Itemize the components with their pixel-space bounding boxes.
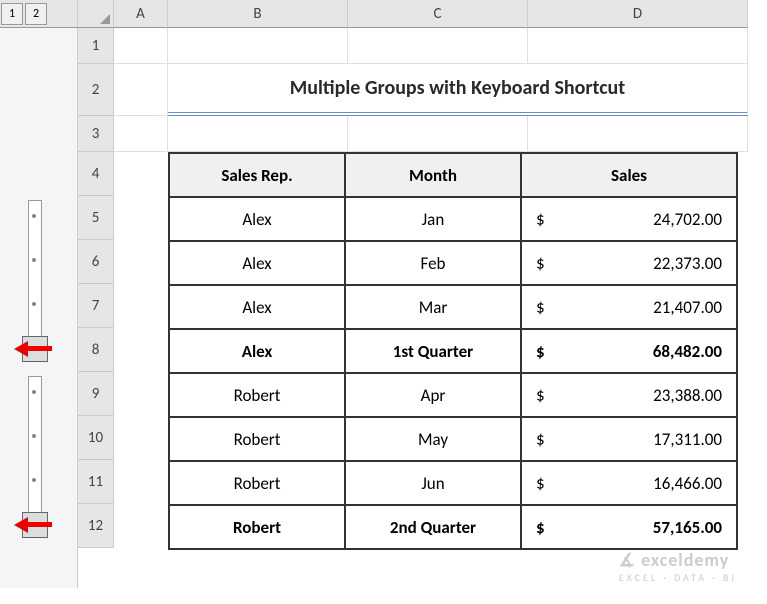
- cell-month[interactable]: Jun: [345, 461, 521, 505]
- row-header-5[interactable]: 5: [78, 196, 114, 240]
- table-row: RobertApr$23,388.00: [169, 373, 737, 417]
- row-header-4[interactable]: 4: [78, 152, 114, 196]
- table-header-row: Sales Rep. Month Sales: [169, 153, 737, 197]
- cell-rep[interactable]: Alex: [169, 285, 345, 329]
- cell-rep[interactable]: Robert: [169, 373, 345, 417]
- column-headers: A B C D: [114, 0, 748, 28]
- cell-rep[interactable]: Alex: [169, 197, 345, 241]
- row-header-2[interactable]: 2: [78, 64, 114, 116]
- watermark-main: ∡ exceldemy: [619, 549, 729, 571]
- table-row: AlexMar$21,407.00: [169, 285, 737, 329]
- cell-rep[interactable]: Alex: [169, 329, 345, 373]
- table-row: Alex1st Quarter$68,482.00: [169, 329, 737, 373]
- row-header-10[interactable]: 10: [78, 416, 114, 460]
- select-all-button[interactable]: [78, 0, 114, 28]
- header-rep[interactable]: Sales Rep.: [169, 153, 345, 197]
- data-table: Sales Rep. Month Sales AlexJan$24,702.00…: [168, 152, 738, 550]
- cell-rep[interactable]: Robert: [169, 417, 345, 461]
- outline-level-1-button[interactable]: 1: [1, 3, 23, 25]
- cell-month[interactable]: Jan: [345, 197, 521, 241]
- group-dot: [32, 214, 36, 218]
- cell-rep[interactable]: Robert: [169, 505, 345, 549]
- title-cell[interactable]: Multiple Groups with Keyboard Shortcut: [168, 64, 748, 116]
- column-header-D[interactable]: D: [528, 0, 748, 28]
- row-headers: 1 2 3 4 5 6 7 8 9 10 11 12: [78, 28, 114, 548]
- cell[interactable]: [528, 116, 748, 152]
- cell[interactable]: [114, 116, 168, 152]
- watermark-sub: EXCEL · DATA · BI: [619, 571, 737, 584]
- group-dot: [32, 478, 36, 482]
- cell-sales[interactable]: $23,388.00: [521, 373, 737, 417]
- row-header-9[interactable]: 9: [78, 372, 114, 416]
- cell-sales[interactable]: $17,311.00: [521, 417, 737, 461]
- cell-sales[interactable]: $16,466.00: [521, 461, 737, 505]
- cell[interactable]: [114, 64, 168, 116]
- cell-month[interactable]: May: [345, 417, 521, 461]
- watermark: ∡ exceldemy EXCEL · DATA · BI: [619, 549, 737, 584]
- row-header-11[interactable]: 11: [78, 460, 114, 504]
- cell[interactable]: [168, 28, 348, 64]
- table-row: AlexFeb$22,373.00: [169, 241, 737, 285]
- cell[interactable]: [168, 116, 348, 152]
- row-header-12[interactable]: 12: [78, 504, 114, 548]
- group-dot: [32, 390, 36, 394]
- table-row: RobertJun$16,466.00: [169, 461, 737, 505]
- header-sales[interactable]: Sales: [521, 153, 737, 197]
- cell-rep[interactable]: Alex: [169, 241, 345, 285]
- table-row: Robert2nd Quarter$57,165.00: [169, 505, 737, 549]
- column-header-C[interactable]: C: [348, 0, 528, 28]
- cell-sales[interactable]: $21,407.00: [521, 285, 737, 329]
- column-header-A[interactable]: A: [114, 0, 168, 28]
- cell-month[interactable]: Feb: [345, 241, 521, 285]
- cell-month[interactable]: 1st Quarter: [345, 329, 521, 373]
- table-row: AlexJan$24,702.00: [169, 197, 737, 241]
- row-header-7[interactable]: 7: [78, 284, 114, 328]
- cell-month[interactable]: Mar: [345, 285, 521, 329]
- table-row: RobertMay$17,311.00: [169, 417, 737, 461]
- cell-month[interactable]: 2nd Quarter: [345, 505, 521, 549]
- outline-level-2-button[interactable]: 2: [25, 3, 47, 25]
- cell-sales[interactable]: $68,482.00: [521, 329, 737, 373]
- header-month[interactable]: Month: [345, 153, 521, 197]
- cell-rep[interactable]: Robert: [169, 461, 345, 505]
- outline-level-header: 1 2: [0, 0, 78, 28]
- cell[interactable]: [348, 28, 528, 64]
- cell[interactable]: [348, 116, 528, 152]
- spreadsheet-grid: Multiple Groups with Keyboard Shortcut: [114, 28, 748, 152]
- cell-month[interactable]: Apr: [345, 373, 521, 417]
- group-bar-2: [28, 376, 42, 512]
- cell-sales[interactable]: $24,702.00: [521, 197, 737, 241]
- column-header-B[interactable]: B: [168, 0, 348, 28]
- row-header-8[interactable]: 8: [78, 328, 114, 372]
- cell[interactable]: [528, 28, 748, 64]
- group-dot: [32, 302, 36, 306]
- cell-sales[interactable]: $22,373.00: [521, 241, 737, 285]
- group-dot: [32, 258, 36, 262]
- row-header-3[interactable]: 3: [78, 116, 114, 152]
- group-bar-1: [28, 200, 42, 336]
- row-header-6[interactable]: 6: [78, 240, 114, 284]
- cell[interactable]: [114, 28, 168, 64]
- group-dot: [32, 434, 36, 438]
- cell-sales[interactable]: $57,165.00: [521, 505, 737, 549]
- outline-gutter: − −: [0, 28, 78, 588]
- row-header-1[interactable]: 1: [78, 28, 114, 64]
